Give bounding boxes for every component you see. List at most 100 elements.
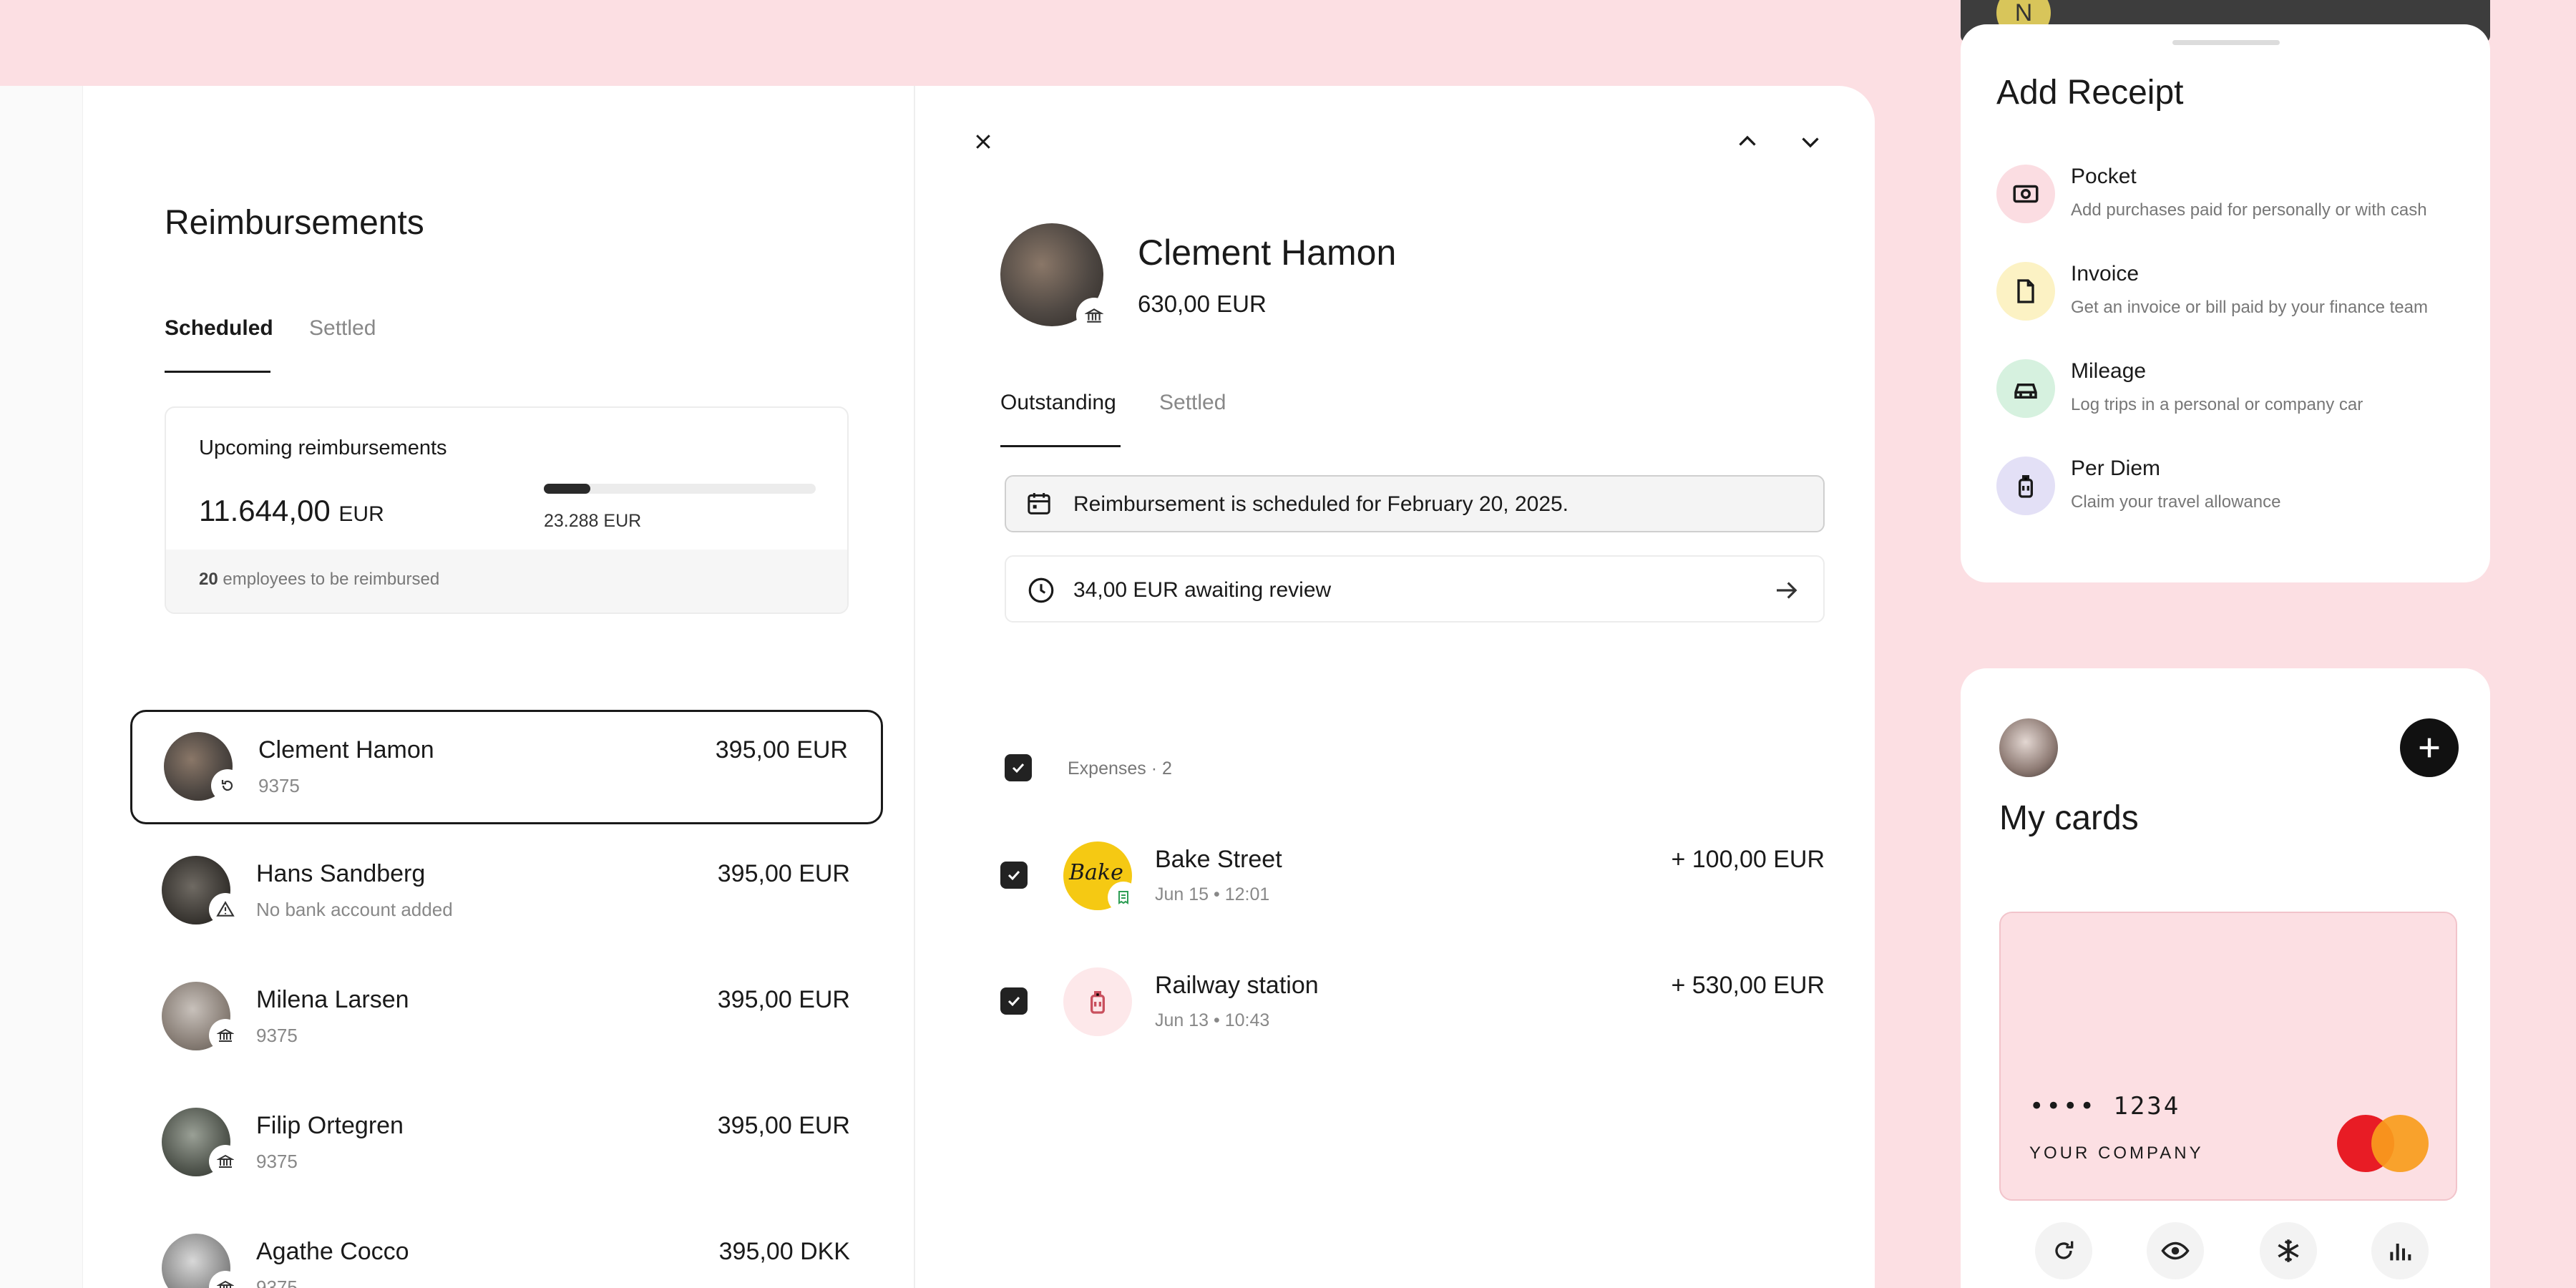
receipt-option-desc: Add purchases paid for personally or wit… <box>2071 200 2427 220</box>
bar-chart-icon[interactable] <box>2371 1222 2429 1279</box>
side-strip <box>0 86 83 1288</box>
close-icon[interactable] <box>963 122 1003 162</box>
expense-checkbox[interactable] <box>1000 862 1028 889</box>
car-icon <box>1996 359 2055 418</box>
expense-merchant: Bake Street <box>1155 846 1282 873</box>
receipt-option-desc: Claim your travel allowance <box>2071 492 2281 512</box>
clock-icon <box>1026 575 1056 605</box>
detail-total: 630,00 EUR <box>1138 291 1267 317</box>
row-name: Milena Larsen <box>256 986 409 1013</box>
row-sub: No bank account added <box>256 899 453 920</box>
card-number: •••• 1234 <box>2029 1092 2181 1121</box>
receipt-option-desc: Log trips in a personal or company car <box>2071 395 2363 414</box>
tab-active-underline <box>165 371 270 373</box>
company-card[interactable]: •••• 1234 YOUR COMPANY <box>1999 912 2457 1201</box>
bank-icon <box>209 1145 242 1178</box>
sheet-handle[interactable] <box>2172 40 2280 45</box>
bake-street-logo-text: Bake <box>1069 860 1123 885</box>
expense-amount: + 530,00 EUR <box>1671 972 1825 999</box>
wallet-icon <box>1996 165 2055 223</box>
page-title: Reimbursements <box>165 204 424 242</box>
document-icon <box>1996 262 2055 321</box>
row-amount: 395,00 EUR <box>717 1112 850 1139</box>
reimbursements-panel: Reimbursements Scheduled Settled Upcomin… <box>83 86 915 1288</box>
receipt-option-title: Mileage <box>2071 359 2147 383</box>
row-amount: 395,00 DKK <box>718 1238 850 1265</box>
expense-checkbox[interactable] <box>1000 987 1028 1015</box>
row-amount: 395,00 EUR <box>717 986 850 1013</box>
summary-currency: EUR <box>338 502 384 526</box>
awaiting-review-text: 34,00 EUR awaiting review <box>1073 578 1332 602</box>
arrow-right-icon <box>1772 575 1802 605</box>
list-item-agathe-cocco[interactable]: Agathe Cocco 9375 395,00 DKK <box>130 1214 883 1288</box>
chevron-up-icon[interactable] <box>1727 122 1767 162</box>
employees-count-text: 20 employees to be reimbursed <box>199 570 439 590</box>
tab-active-underline <box>1000 445 1121 447</box>
scheduled-banner-text: Reimbursement is scheduled for February … <box>1073 492 1569 516</box>
summary-progress-track <box>544 484 816 494</box>
receipt-option-title: Invoice <box>2071 262 2140 286</box>
receipt-option-title: Pocket <box>2071 165 2137 188</box>
add-receipt-title: Add Receipt <box>1996 74 2184 112</box>
row-amount: 395,00 EUR <box>715 736 848 763</box>
user-avatar[interactable] <box>1999 718 2058 777</box>
summary-title: Upcoming reimbursements <box>199 436 447 459</box>
expense-datetime: Jun 15 • 12:01 <box>1155 884 1270 904</box>
summary-progress-fill <box>544 484 590 494</box>
bank-icon <box>209 1019 242 1052</box>
receipt-option-title: Per Diem <box>2071 457 2161 480</box>
row-sub: 9375 <box>256 1151 298 1172</box>
scheduled-banner: Reimbursement is scheduled for February … <box>1005 475 1825 532</box>
add-card-button[interactable] <box>2400 718 2459 777</box>
employees-label: employees to be reimbursed <box>223 570 440 589</box>
awaiting-review-row[interactable]: 34,00 EUR awaiting review <box>1005 555 1825 623</box>
row-name: Agathe Cocco <box>256 1238 409 1265</box>
summary-progress-label: 23.288 EUR <box>544 511 642 531</box>
employees-count: 20 <box>199 570 218 589</box>
card-company: YOUR COMPANY <box>2029 1143 2204 1163</box>
retry-icon <box>211 769 244 802</box>
chevron-down-icon[interactable] <box>1790 122 1830 162</box>
tab-outstanding[interactable]: Outstanding <box>1000 391 1116 415</box>
receipt-option-desc: Get an invoice or bill paid by your fina… <box>2071 298 2428 317</box>
tab-settled[interactable]: Settled <box>309 316 376 341</box>
list-item-clement-hamon[interactable]: Clement Hamon 9375 395,00 EUR <box>130 710 883 824</box>
warning-icon <box>209 893 242 926</box>
receipt-icon <box>1108 882 1139 913</box>
tab-settled[interactable]: Settled <box>1159 391 1226 415</box>
detail-name: Clement Hamon <box>1138 233 1397 273</box>
expenses-label: Expenses · 2 <box>1068 758 1172 779</box>
bank-icon <box>1076 298 1112 333</box>
row-sub: 9375 <box>256 1025 298 1046</box>
list-item-milena-larsen[interactable]: Milena Larsen 9375 395,00 EUR <box>130 962 883 1076</box>
row-name: Clement Hamon <box>258 736 434 763</box>
mastercard-logo <box>2337 1115 2429 1172</box>
list-item-hans-sandberg[interactable]: Hans Sandberg No bank account added 395,… <box>130 836 883 950</box>
tab-scheduled[interactable]: Scheduled <box>165 316 273 341</box>
select-all-checkbox[interactable] <box>1005 754 1032 781</box>
expense-merchant: Railway station <box>1155 972 1319 999</box>
add-receipt-sheet: Add Receipt Pocket Add purchases paid fo… <box>1961 24 2490 582</box>
summary-amount-value: 11.644,00 <box>199 494 331 527</box>
upcoming-summary-card: Upcoming reimbursements 11.644,00 EUR 23… <box>165 406 849 614</box>
luggage-icon <box>1063 967 1132 1036</box>
my-cards-title: My cards <box>1999 799 2139 837</box>
refresh-icon[interactable] <box>2035 1222 2092 1279</box>
main-panel: Reimbursements Scheduled Settled Upcomin… <box>0 86 1875 1288</box>
row-name: Filip Ortegren <box>256 1112 404 1139</box>
row-sub: 9375 <box>256 1277 298 1288</box>
eye-icon[interactable] <box>2147 1222 2204 1279</box>
detail-panel: Clement Hamon 630,00 EUR Outstanding Set… <box>916 86 1875 1288</box>
row-amount: 395,00 EUR <box>717 860 850 887</box>
expense-datetime: Jun 13 • 10:43 <box>1155 1010 1270 1030</box>
snowflake-icon[interactable] <box>2260 1222 2317 1279</box>
row-sub: 9375 <box>258 775 300 796</box>
summary-amount: 11.644,00 EUR <box>199 494 384 528</box>
summary-footer: 20 employees to be reimbursed <box>166 550 847 613</box>
luggage-icon <box>1996 457 2055 515</box>
my-cards-panel: My cards •••• 1234 YOUR COMPANY <box>1961 668 2490 1288</box>
row-name: Hans Sandberg <box>256 860 426 887</box>
expense-amount: + 100,00 EUR <box>1671 846 1825 873</box>
list-item-filip-ortegren[interactable]: Filip Ortegren 9375 395,00 EUR <box>130 1088 883 1202</box>
plus-icon <box>2419 738 2439 758</box>
